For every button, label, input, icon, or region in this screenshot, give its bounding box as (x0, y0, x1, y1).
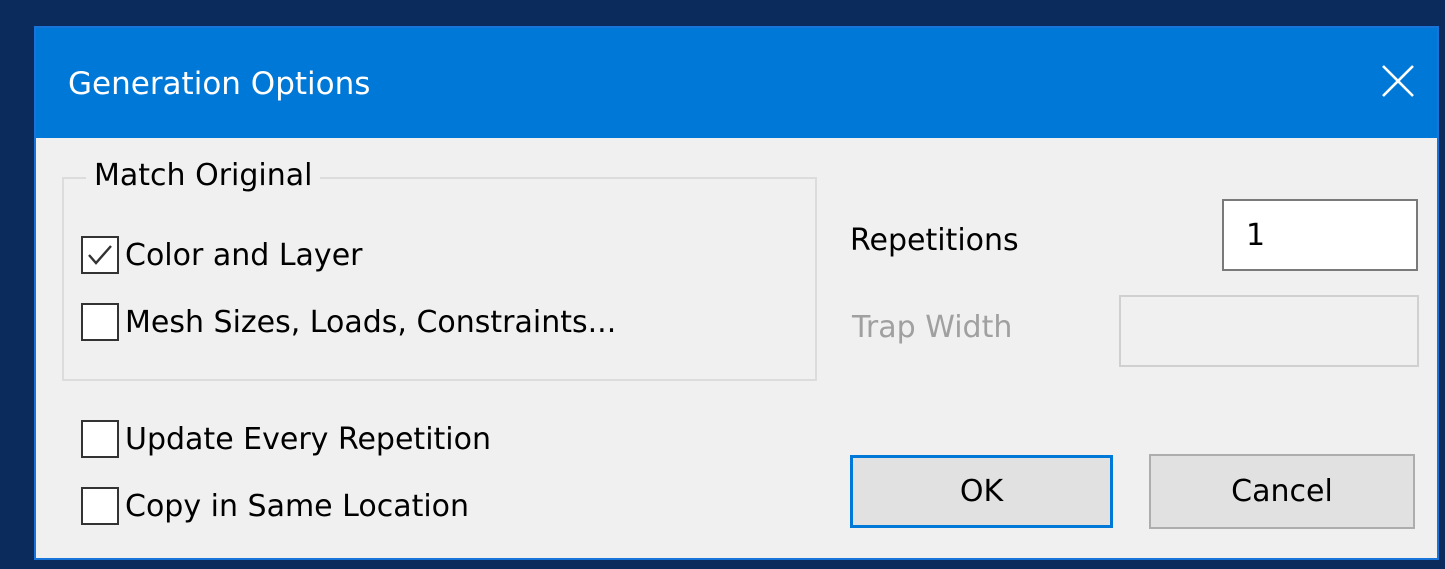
copy-in-same-location-checkbox[interactable]: Copy in Same Location (81, 483, 469, 529)
match-original-legend: Match Original (86, 158, 321, 193)
generation-options-dialog: Generation Options Match Original Color … (34, 26, 1439, 560)
checkbox-box[interactable] (81, 236, 119, 274)
repetitions-label: Repetitions (850, 223, 1019, 258)
color-and-layer-label: Color and Layer (125, 237, 363, 273)
checkbox-box[interactable] (81, 420, 119, 458)
trap-width-input (1119, 295, 1419, 367)
trap-width-label: Trap Width (852, 310, 1013, 345)
checkmark-icon (88, 245, 112, 265)
dialog-title: Generation Options (68, 66, 371, 102)
match-original-group (62, 177, 817, 381)
mesh-sizes-checkbox[interactable]: Mesh Sizes, Loads, Constraints... (81, 299, 616, 345)
update-every-repetition-checkbox[interactable]: Update Every Repetition (81, 416, 491, 462)
copy-in-same-location-label: Copy in Same Location (125, 488, 470, 524)
repetitions-input[interactable]: 1 (1222, 199, 1418, 271)
mesh-sizes-label: Mesh Sizes, Loads, Constraints... (125, 304, 617, 340)
update-every-repetition-label: Update Every Repetition (125, 421, 491, 457)
color-and-layer-checkbox[interactable]: Color and Layer (81, 232, 362, 278)
close-button[interactable] (1373, 56, 1423, 106)
title-bar[interactable]: Generation Options (36, 28, 1437, 138)
checkbox-box[interactable] (81, 303, 119, 341)
checkbox-box[interactable] (81, 487, 119, 525)
ok-button[interactable]: OK (850, 455, 1113, 528)
cancel-button[interactable]: Cancel (1149, 454, 1415, 529)
close-icon (1382, 65, 1414, 97)
